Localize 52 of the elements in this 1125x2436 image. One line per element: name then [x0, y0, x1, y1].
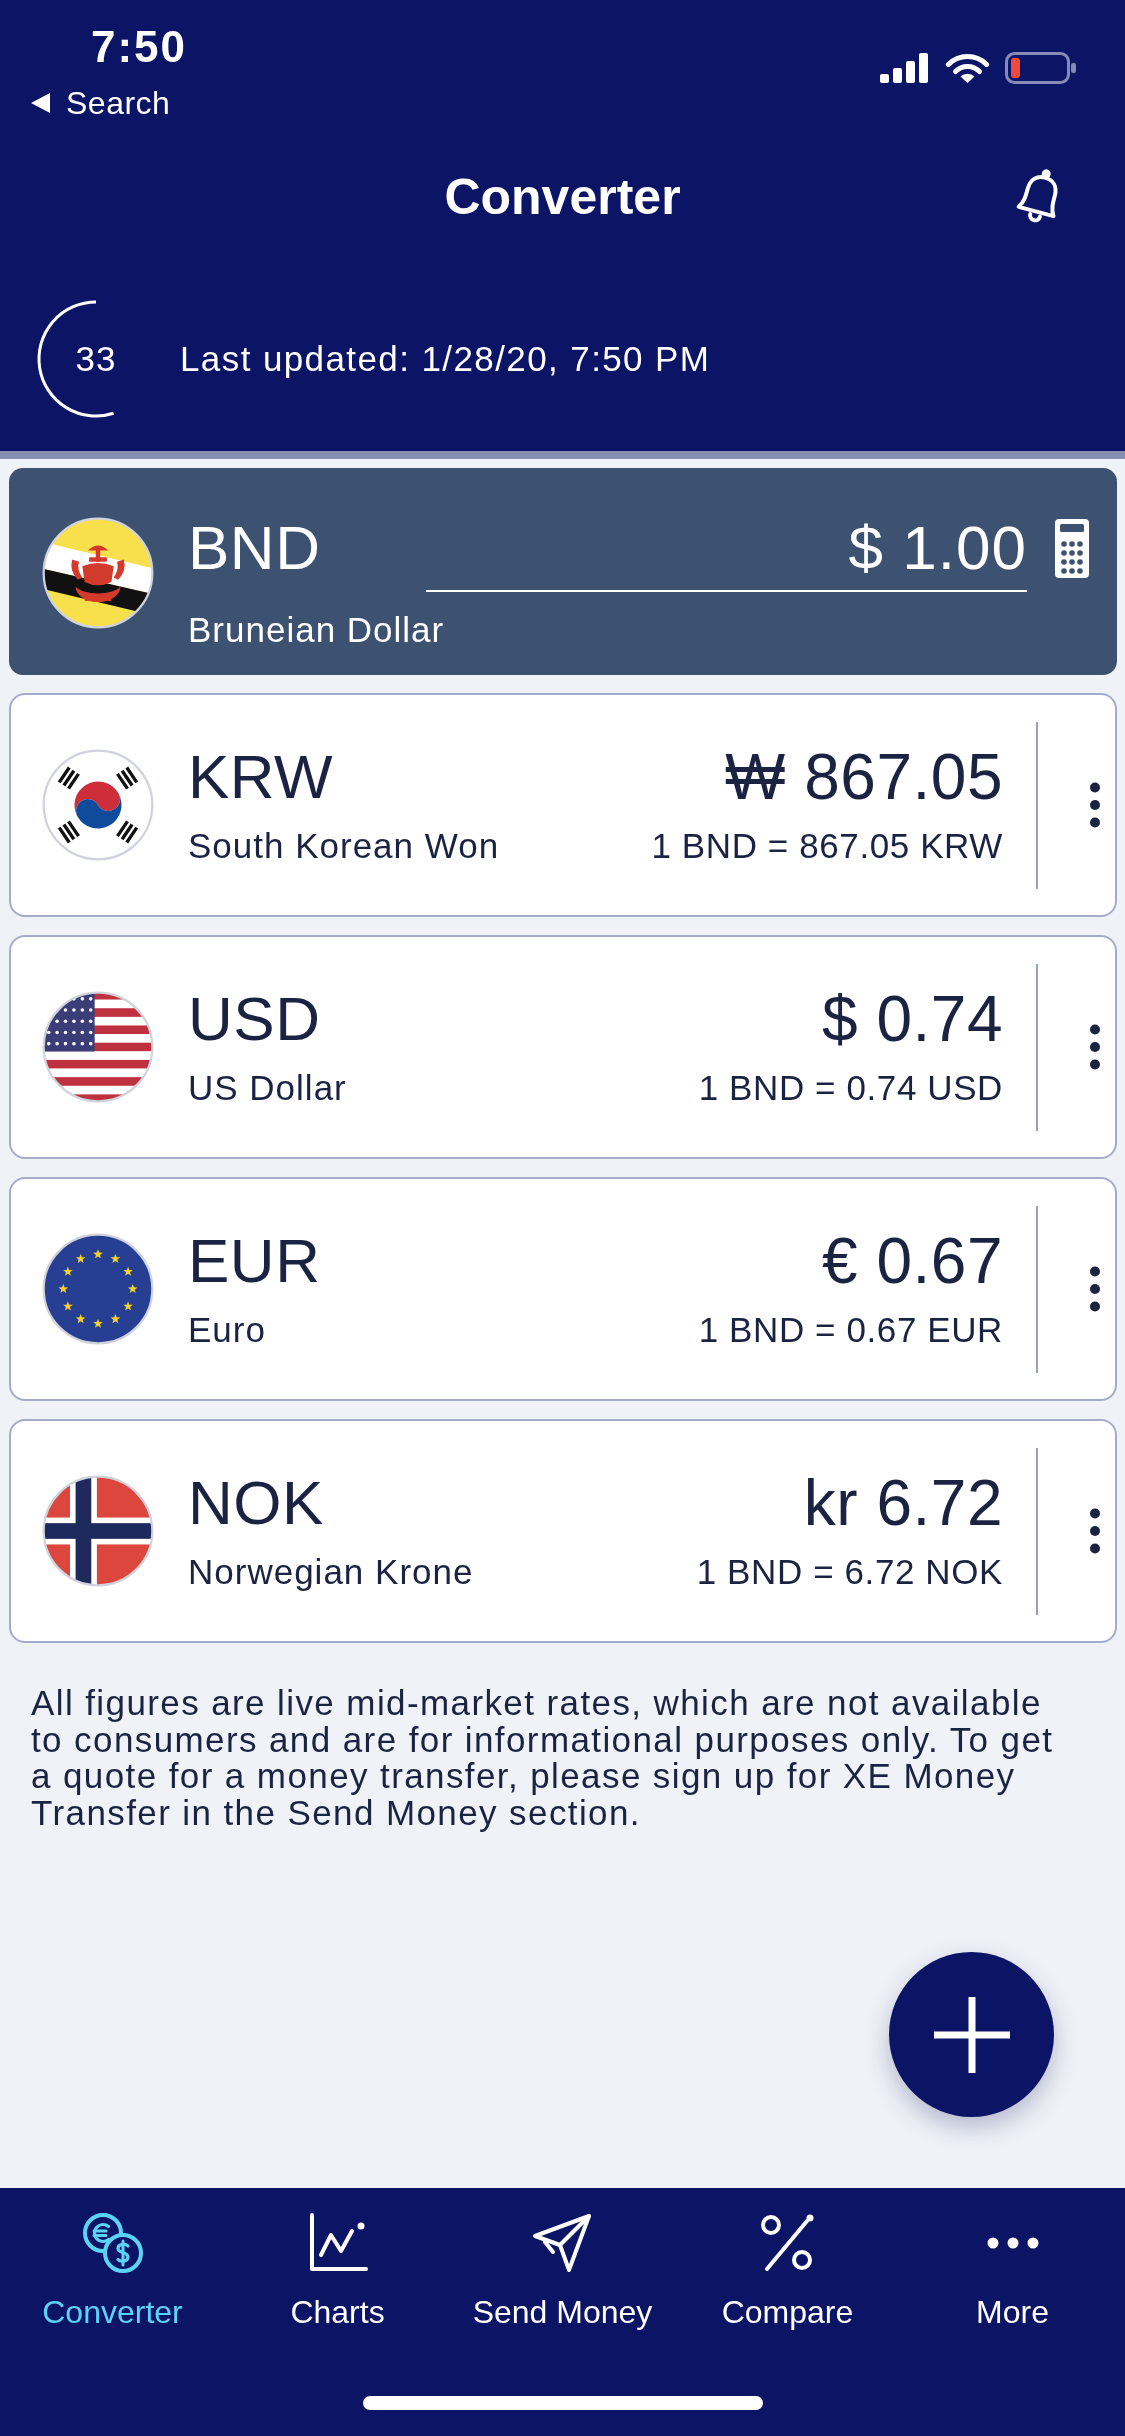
line-chart-icon [307, 2213, 368, 2273]
back-triangle-icon [31, 93, 50, 113]
page-title: Converter [444, 168, 681, 227]
tab-bar-item[interactable]: Send Money [472, 2212, 653, 2332]
last-updated-text: Last updated: 1/28/20, 7:50 PM [180, 338, 711, 380]
countdown-arc-icon [37, 300, 114, 418]
exchange-rate: 1 BND = 0.67 EUR [698, 1309, 1003, 1351]
tab-bar-item[interactable]: Charts [290, 2212, 385, 2332]
exchange-rate: 1 BND = 867.05 KRW [651, 825, 1003, 867]
converted-amount: € 0.67 [822, 1226, 1003, 1296]
kebab-icon [1089, 1024, 1101, 1070]
paper-plane-icon [531, 2212, 594, 2274]
amount-field[interactable]: $ 1.00 [426, 513, 1027, 592]
exchange-rate: 1 BND = 0.74 USD [698, 1067, 1003, 1109]
tab-bar-item[interactable]: Converter [42, 2212, 183, 2332]
kebab-icon [1089, 782, 1101, 828]
kebab-icon [1089, 1266, 1101, 1312]
battery-icon [1005, 52, 1076, 84]
currency-code: NOK [188, 1468, 324, 1538]
wifi-icon [945, 52, 990, 84]
currency-name: Norwegian Krone [188, 1551, 474, 1593]
currency-name: South Korean Won [188, 825, 500, 867]
converted-amount: $ 0.74 [822, 984, 1003, 1054]
ellipsis-icon [986, 2237, 1039, 2249]
plus-icon [933, 1996, 1010, 2073]
status-time: 7:50 [91, 22, 188, 72]
converted-amount: kr 6.72 [803, 1468, 1003, 1538]
tab-bar-item[interactable]: Compare [721, 2212, 854, 2332]
signal-icon [880, 53, 930, 83]
flag-icon [42, 991, 154, 1103]
currency-name: Euro [188, 1309, 266, 1351]
exchange-rate: 1 BND = 6.72 NOK [696, 1551, 1003, 1593]
percent-icon [759, 2213, 816, 2273]
currency-name: US Dollar [188, 1067, 347, 1109]
flag-icon [42, 749, 154, 861]
countdown-seconds: 33 [75, 339, 117, 379]
tab-bar-item[interactable]: More [976, 2212, 1049, 2332]
currency-card[interactable]: KRW South Korean Won ₩ 867.05 1 BND = 867.05 KRW [9, 693, 1117, 917]
currency-card[interactable]: EUR Euro € 0.67 1 BND = 0.67 EUR [9, 1177, 1117, 1401]
calculator-icon[interactable] [1055, 519, 1089, 578]
kebab-icon [1089, 1508, 1101, 1554]
currency-card[interactable]: NOK Norwegian Krone kr 6.72 1 BND = 6.72 NOK [9, 1419, 1117, 1643]
currency-card[interactable]: USD US Dollar $ 0.74 1 BND = 0.74 USD [9, 935, 1117, 1159]
currency-code: KRW [188, 742, 334, 812]
coins-icon [80, 2212, 145, 2274]
currency-name: Bruneian Dollar [188, 609, 445, 651]
currency-code: EUR [188, 1226, 321, 1296]
converted-amount: ₩ 867.05 [725, 742, 1003, 812]
disclaimer-text: All figures are live mid-market rates, which are not available to consumers and are for informational purposes only. To get a quote for a money transfer, please sign up for XE Money Transfer in the Send Money section. [30, 1685, 1055, 1831]
currency-code: USD [188, 984, 321, 1054]
back-link[interactable]: Search [31, 83, 171, 123]
currency-code: BND [188, 513, 321, 583]
